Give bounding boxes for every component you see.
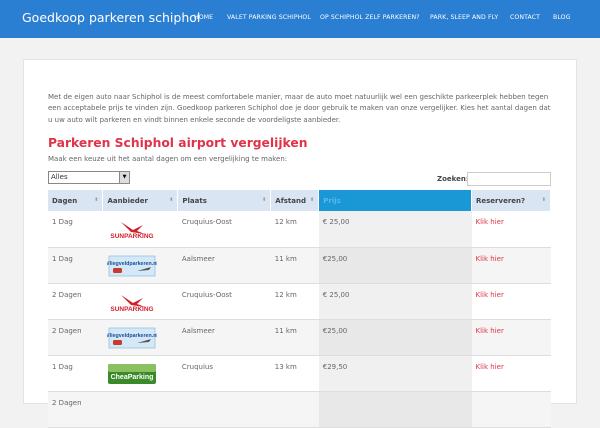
table-row: 2 Dagen Vliegveldparkeren.nl Aalsmeer 11 km… xyxy=(48,319,551,356)
instruction-text: Maak een keuze uit het aantal dagen om e… xyxy=(48,155,288,163)
col-header-plaats[interactable]: Plaats ⬍ xyxy=(177,190,272,211)
sort-icon: ⬍ xyxy=(169,197,174,203)
cell-prijs: € 25,00 xyxy=(318,211,472,248)
col-header-reserveren[interactable]: Reserveren? ⬍ xyxy=(471,190,551,211)
col-header-prijs[interactable]: Prijs ⬍ xyxy=(318,190,472,211)
cell-reserveren[interactable]: Klik hier xyxy=(471,211,551,248)
cell-prijs: € 25,00 xyxy=(318,283,472,320)
chevron-down-icon[interactable]: ▼ xyxy=(119,172,129,183)
cell-reserveren[interactable]: Klik hier xyxy=(471,355,551,392)
cell-plaats xyxy=(177,391,271,428)
cell-afstand: 12 km xyxy=(270,211,319,248)
cell-prijs xyxy=(318,391,472,428)
col-header-dagen[interactable]: Dagen ⬍ xyxy=(48,190,104,211)
cell-reserveren[interactable]: Klik hier xyxy=(471,283,551,320)
cell-aanbieder: Vliegveldparkeren.nl xyxy=(102,319,178,356)
cell-prijs: €29,50 xyxy=(318,355,472,392)
nav-blog[interactable]: BLOG xyxy=(553,14,571,21)
cell-dagen: 2 Dagen xyxy=(48,391,103,428)
cell-plaats: Cruquius-Oost xyxy=(177,283,271,320)
provider-logo: SUNPARKING xyxy=(107,291,178,313)
nav-park-sleep-fly[interactable]: PARK, SLEEP AND FLY xyxy=(430,14,498,21)
svg-text:CheaParking: CheaParking xyxy=(111,374,154,381)
cell-aanbieder xyxy=(102,391,178,428)
provider-logo: Vliegveldparkeren.nl xyxy=(107,255,178,277)
cell-afstand: 11 km xyxy=(270,319,319,356)
cell-afstand: 13 km xyxy=(270,355,319,392)
cell-reserveren[interactable]: Klik hier xyxy=(471,247,551,284)
table-header-row: Dagen ⬍ Aanbieder ⬍ Plaats ⬍ Afstand ⬍ Prijs… xyxy=(48,190,551,211)
table-row: 2 Dagen xyxy=(48,391,551,428)
sort-icon: ⬍ xyxy=(462,197,467,203)
cell-dagen: 2 Dagen xyxy=(48,283,103,320)
col-header-afstand[interactable]: Afstand ⬍ xyxy=(270,190,320,211)
cell-prijs: €25,00 xyxy=(318,319,472,356)
cell-plaats: Cruquius xyxy=(177,355,271,392)
cell-aanbieder: Vliegveldparkeren.nl xyxy=(102,247,178,284)
table-row: 1 Dag CheaParking Cruquius 13 km €29,50 Klik … xyxy=(48,355,551,392)
days-filter-select[interactable]: Alles ▼ xyxy=(48,171,130,184)
sort-icon: ⬍ xyxy=(94,197,99,203)
sort-icon: ⬍ xyxy=(541,197,546,203)
nav-zelf-parkeren[interactable]: OP SCHIPHOL ZELF PARKEREN? xyxy=(320,14,420,21)
svg-text:SUNPARKING: SUNPARKING xyxy=(110,306,153,313)
cell-dagen: 1 Dag xyxy=(48,211,103,248)
page-heading: Parkeren Schiphol airport vergelijken xyxy=(48,136,308,150)
comparison-table: Dagen ⬍ Aanbieder ⬍ Plaats ⬍ Afstand ⬍ Prijs… xyxy=(48,190,551,428)
svg-text:SUNPARKING: SUNPARKING xyxy=(110,233,153,240)
svg-text:Vliegveldparkeren.nl: Vliegveldparkeren.nl xyxy=(107,261,157,267)
cell-afstand: 12 km xyxy=(270,283,319,320)
cell-plaats: Cruquius-Oost xyxy=(177,211,271,248)
nav-home[interactable]: HOME xyxy=(194,14,213,21)
nav-contact[interactable]: CONTACT xyxy=(510,14,540,21)
sort-icon: ⬍ xyxy=(262,197,267,203)
search-label: Zoeken: xyxy=(437,175,469,183)
cell-afstand: 11 km xyxy=(270,247,319,284)
cell-prijs: €25,00 xyxy=(318,247,472,284)
intro-text: Met de eigen auto naar Schiphol is de me… xyxy=(48,93,551,124)
search-input[interactable] xyxy=(467,172,551,186)
cell-dagen: 1 Dag xyxy=(48,355,103,392)
cell-reserveren[interactable]: Klik hier xyxy=(471,319,551,356)
top-bar: Goedkoop parkeren schiphol HOME VALET PA… xyxy=(0,0,600,38)
table-row: 2 Dagen SUNPARKING Cruquius-Oost 12 km € 25,… xyxy=(48,283,551,320)
provider-logo: CheaParking xyxy=(107,363,178,385)
cell-dagen: 2 Dagen xyxy=(48,319,103,356)
svg-text:Vliegveldparkeren.nl: Vliegveldparkeren.nl xyxy=(107,333,157,339)
cell-aanbieder: SUNPARKING xyxy=(102,211,178,248)
nav-valet-parking[interactable]: VALET PARKING SCHIPHOL xyxy=(227,14,311,21)
cell-plaats: Aalsmeer xyxy=(177,319,271,356)
cell-aanbieder: SUNPARKING xyxy=(102,283,178,320)
cell-afstand xyxy=(270,391,319,428)
provider-logo: Vliegveldparkeren.nl xyxy=(107,327,178,349)
days-filter-value: Alles xyxy=(51,173,68,181)
table-row: 1 Dag Vliegveldparkeren.nl Aalsmeer 11 km €2… xyxy=(48,247,551,284)
col-header-aanbieder[interactable]: Aanbieder ⬍ xyxy=(102,190,179,211)
cell-aanbieder: CheaParking xyxy=(102,355,178,392)
provider-logo: SUNPARKING xyxy=(107,218,178,240)
table-row: 1 Dag SUNPARKING Cruquius-Oost 12 km € 25,00… xyxy=(48,211,551,248)
main-nav: HOME VALET PARKING SCHIPHOL OP SCHIPHOL … xyxy=(0,14,600,26)
sort-icon: ⬍ xyxy=(310,197,315,203)
cell-dagen: 1 Dag xyxy=(48,247,103,284)
cell-plaats: Aalsmeer xyxy=(177,247,271,284)
cell-reserveren[interactable] xyxy=(471,391,551,428)
